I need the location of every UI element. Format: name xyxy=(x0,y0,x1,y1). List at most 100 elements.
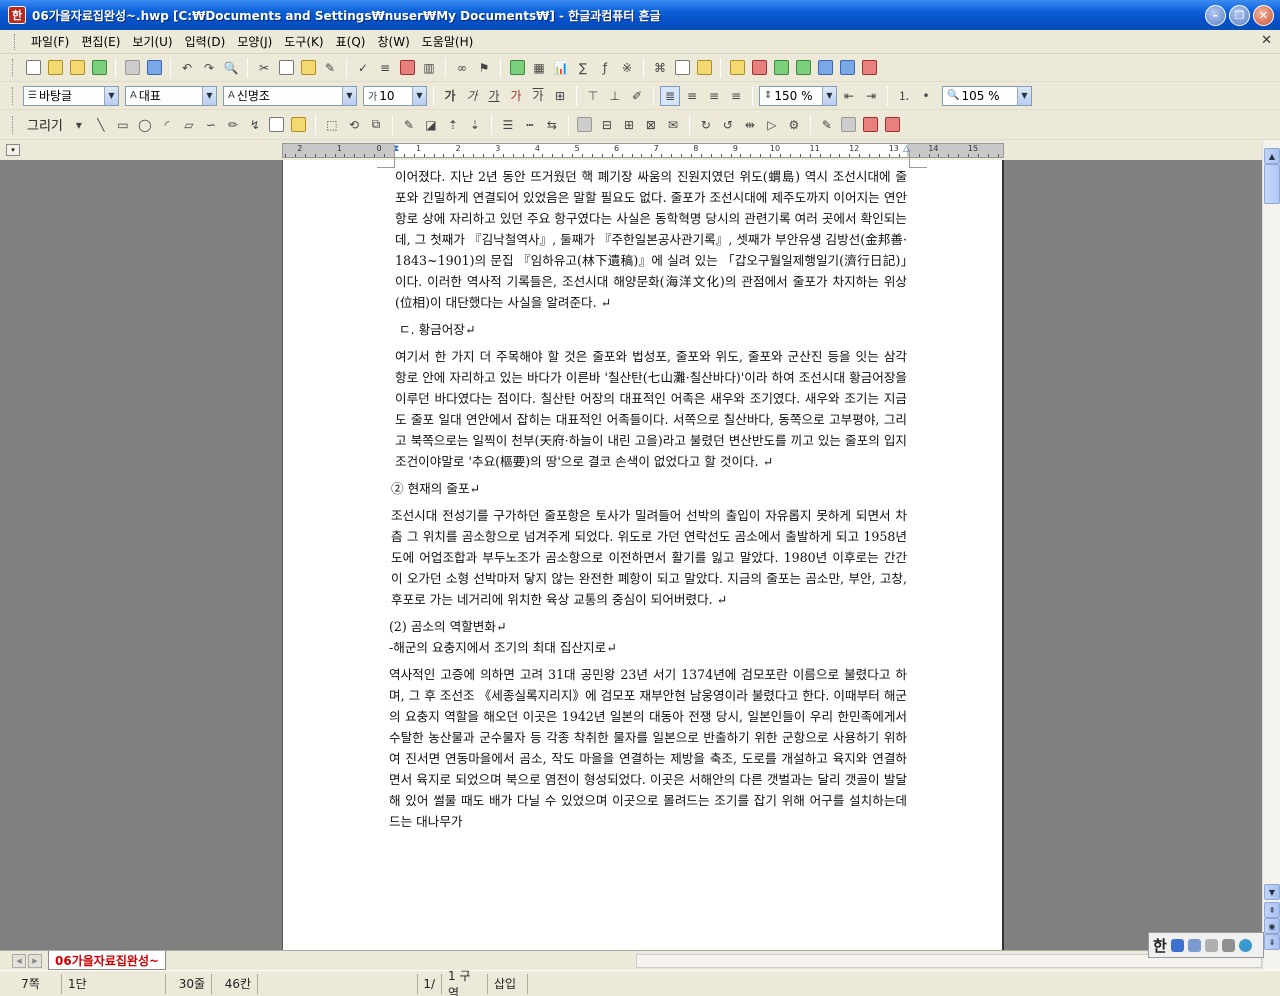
dictionary-icon[interactable]: ⌘ xyxy=(650,58,670,78)
new-tab-icon[interactable] xyxy=(45,58,65,78)
chevron-down-icon[interactable]: ▾ xyxy=(69,115,89,135)
font-combo[interactable]: A 신명조 ▼ xyxy=(223,85,357,106)
insert-picture-icon[interactable] xyxy=(507,58,527,78)
ellipse-tool-icon[interactable]: ◯ xyxy=(135,115,155,135)
macro1-icon[interactable] xyxy=(771,58,791,78)
presentation-icon[interactable] xyxy=(749,58,769,78)
align-justify-icon[interactable]: ≣ xyxy=(660,85,680,106)
textbox-tool-icon[interactable] xyxy=(267,115,287,135)
book-icon[interactable] xyxy=(727,58,747,78)
line-dash-icon[interactable]: ┅ xyxy=(520,115,540,135)
line-color-icon[interactable]: ✎ xyxy=(399,115,419,135)
insert-equation-icon[interactable]: ∑ xyxy=(573,58,593,78)
align-objects-icon[interactable]: ⊟ xyxy=(597,115,617,135)
menu-insert[interactable]: 입력(D) xyxy=(179,31,232,52)
ime-settings-icon[interactable] xyxy=(1221,938,1235,952)
print-icon[interactable] xyxy=(122,58,142,78)
font-size-combo[interactable]: 가 10 ▼ xyxy=(363,85,427,106)
align-right-icon[interactable]: ≡ xyxy=(726,86,746,106)
macro2-icon[interactable] xyxy=(793,58,813,78)
hyperlink-icon[interactable]: ∞ xyxy=(452,58,472,78)
flip-horizontal-icon[interactable]: ⇹ xyxy=(740,115,760,135)
chevron-down-icon[interactable]: ▼ xyxy=(822,86,836,105)
line-style-icon[interactable]: ☰ xyxy=(498,115,518,135)
hwp-app-icon[interactable]: 한 xyxy=(8,6,26,24)
align-left-icon[interactable]: ≡ xyxy=(682,86,702,106)
ime-hangul-label[interactable]: 한 xyxy=(1153,935,1167,956)
menu-format[interactable]: 모양(J) xyxy=(231,31,278,52)
menu-edit[interactable]: 편집(E) xyxy=(75,31,126,52)
document-body[interactable]: 이어졌다. 지난 2년 동안 뜨거웠던 핵 폐기장 싸움의 진원지였던 위도(蝟… xyxy=(389,166,907,838)
rectangle-tool-icon[interactable]: ▭ xyxy=(113,115,133,135)
object-tools-icon[interactable] xyxy=(839,115,859,135)
scroll-down-arrow-icon[interactable]: ▼ xyxy=(1264,884,1280,900)
font-color-button[interactable]: 가 xyxy=(506,86,526,106)
ime-language-bar[interactable]: 한 xyxy=(1148,932,1264,958)
ime-mode-icon[interactable] xyxy=(1170,938,1184,952)
connector-tool-icon[interactable]: ↯ xyxy=(245,115,265,135)
new-document-icon[interactable] xyxy=(23,58,43,78)
web-icon[interactable] xyxy=(859,58,879,78)
arc-tool-icon[interactable]: ◜ xyxy=(157,115,177,135)
italic-button[interactable]: 가 xyxy=(462,86,482,106)
group-object-icon[interactable]: ⧉ xyxy=(366,115,386,135)
subscript-icon[interactable]: ⊥ xyxy=(605,86,625,106)
bullets-icon[interactable]: • xyxy=(916,86,936,106)
increase-indent-icon[interactable]: ⇥ xyxy=(861,86,881,106)
chevron-down-icon[interactable]: ▼ xyxy=(202,86,216,105)
decrease-indent-icon[interactable]: ⇤ xyxy=(839,86,859,106)
find-icon[interactable]: 🔍 xyxy=(221,58,241,78)
bold-button[interactable]: 가 xyxy=(440,86,460,106)
font-class-combo[interactable]: A 대표 ▼ xyxy=(125,85,217,106)
document-close-icon[interactable]: ✕ xyxy=(1261,33,1272,48)
object-color-icon[interactable] xyxy=(861,115,881,135)
style-icon[interactable] xyxy=(397,58,417,78)
arrow-style-icon[interactable]: ⇆ xyxy=(542,115,562,135)
chevron-down-icon[interactable]: ▼ xyxy=(104,86,118,105)
envelope-icon[interactable]: ✉ xyxy=(663,115,683,135)
undo-icon[interactable]: ↶ xyxy=(177,58,197,78)
tab-next-icon[interactable]: ▶ xyxy=(28,954,42,968)
close-button[interactable]: ✕ xyxy=(1253,5,1274,26)
line-spacing-combo[interactable]: ⇕ 150 % ▼ xyxy=(759,85,837,106)
ruler-toggle-icon[interactable]: ▾ xyxy=(6,144,20,156)
save-icon[interactable] xyxy=(89,58,109,78)
bookmark-icon[interactable]: ⚑ xyxy=(474,58,494,78)
ime-help-icon[interactable] xyxy=(1238,938,1252,952)
chevron-down-icon[interactable]: ▼ xyxy=(412,86,426,105)
copy-icon[interactable] xyxy=(276,58,296,78)
formula-icon[interactable]: ƒ xyxy=(595,58,615,78)
open-folder-icon[interactable] xyxy=(67,58,87,78)
print-preview-icon[interactable] xyxy=(144,58,164,78)
record-icon[interactable] xyxy=(815,58,835,78)
fill-color-icon[interactable]: ◪ xyxy=(421,115,441,135)
char-border-icon[interactable]: ⊞ xyxy=(550,86,570,106)
status-insert-mode[interactable]: 삽입 xyxy=(488,973,528,994)
paste-icon[interactable] xyxy=(298,58,318,78)
tab-prev-icon[interactable]: ◀ xyxy=(12,954,26,968)
char-shape-button[interactable]: 가 xyxy=(528,86,548,106)
vertical-scrollbar[interactable]: ▲ ▼ ⇞ ◉ ⇟ xyxy=(1262,140,1280,970)
object-properties-icon[interactable]: ⚙ xyxy=(784,115,804,135)
menu-table[interactable]: 표(Q) xyxy=(330,31,372,52)
style-combo[interactable]: ☰ 바탕글 ▼ xyxy=(23,85,119,106)
minimize-button[interactable]: – xyxy=(1205,5,1226,26)
previous-page-icon[interactable]: ⇞ xyxy=(1264,902,1280,918)
scroll-up-arrow-icon[interactable]: ▲ xyxy=(1264,148,1280,164)
menu-view[interactable]: 보기(U) xyxy=(126,31,178,52)
bring-front-icon[interactable]: ⇡ xyxy=(443,115,463,135)
pencil-tool-icon[interactable]: ✏ xyxy=(223,115,243,135)
menu-tools[interactable]: 도구(K) xyxy=(278,31,329,52)
distribute-icon[interactable]: ⊞ xyxy=(619,115,639,135)
script-icon[interactable] xyxy=(837,58,857,78)
edit-points-icon[interactable]: ✎ xyxy=(817,115,837,135)
columns-icon[interactable]: ▥ xyxy=(419,58,439,78)
highlight-icon[interactable]: ✐ xyxy=(627,86,647,106)
rotate-free-icon[interactable]: ↻ xyxy=(696,115,716,135)
format-painter-icon[interactable]: ✎ xyxy=(320,58,340,78)
ime-keyboard-icon[interactable] xyxy=(1204,938,1218,952)
document-page[interactable]: 이어졌다. 지난 2년 동안 뜨거웠던 핵 폐기장 싸움의 진원지였던 위도(蝟… xyxy=(282,150,1004,950)
chevron-down-icon[interactable]: ▼ xyxy=(342,86,356,105)
object-extra-icon[interactable] xyxy=(883,115,903,135)
insert-table-icon[interactable]: ▦ xyxy=(529,58,549,78)
